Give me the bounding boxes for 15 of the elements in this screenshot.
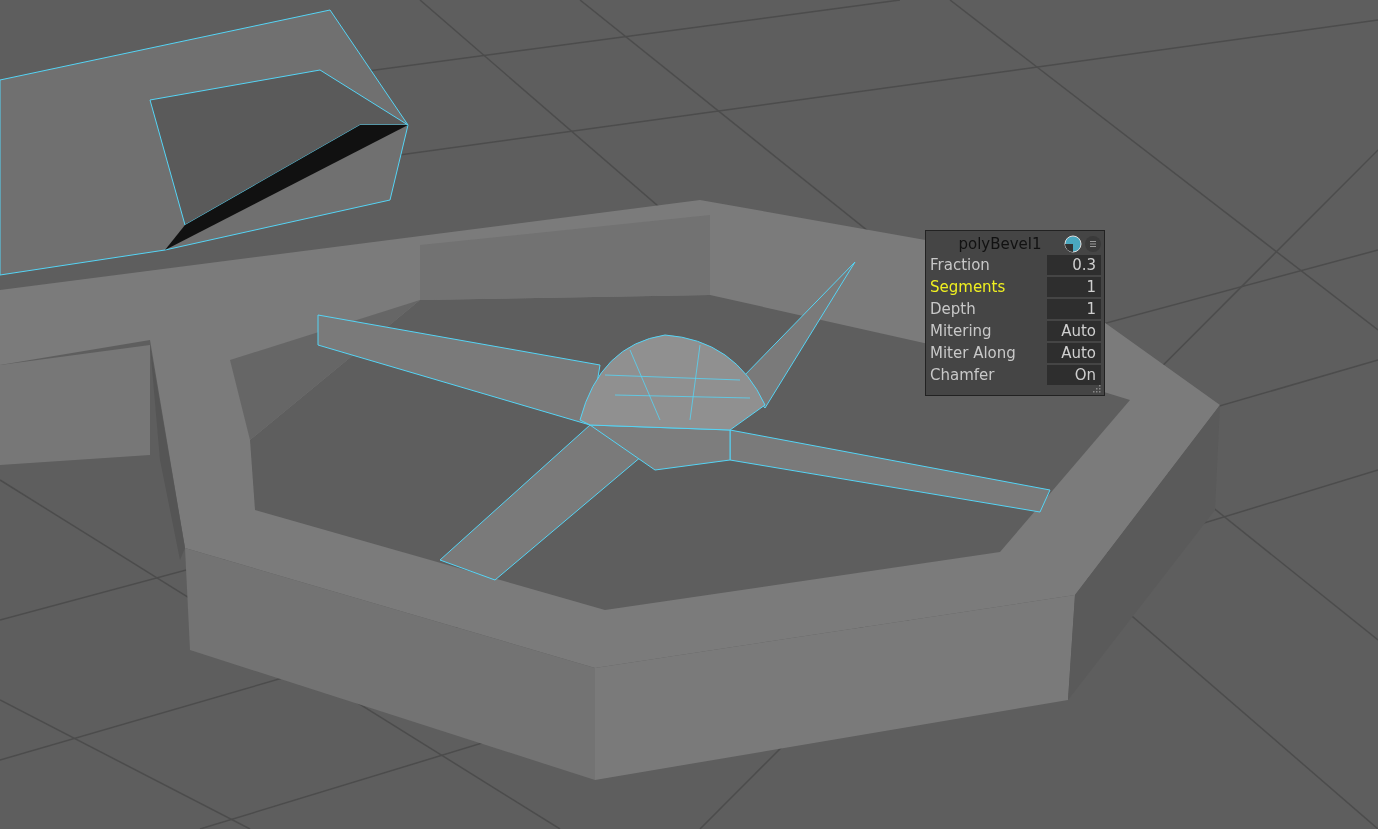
attribute-label[interactable]: Chamfer	[929, 366, 995, 384]
value-field[interactable]: On	[1047, 365, 1101, 385]
attribute-label[interactable]: Segments	[929, 278, 1006, 296]
resize-grip-icon[interactable]	[1093, 385, 1101, 393]
value-field[interactable]: 1	[1047, 277, 1101, 297]
menu-icon[interactable]	[1085, 236, 1101, 252]
attribute-label[interactable]: Miter Along	[929, 344, 1016, 362]
value-field[interactable]: 1	[1047, 299, 1101, 319]
attribute-label[interactable]: Depth	[929, 300, 976, 318]
value-field[interactable]: Auto	[1047, 343, 1101, 363]
attribute-label[interactable]: Fraction	[929, 256, 990, 274]
value-field[interactable]: Auto	[1047, 321, 1101, 341]
attribute-label[interactable]: Mitering	[929, 322, 992, 340]
pie-icon[interactable]	[1064, 235, 1082, 253]
value-field[interactable]: 0.3	[1047, 255, 1101, 275]
